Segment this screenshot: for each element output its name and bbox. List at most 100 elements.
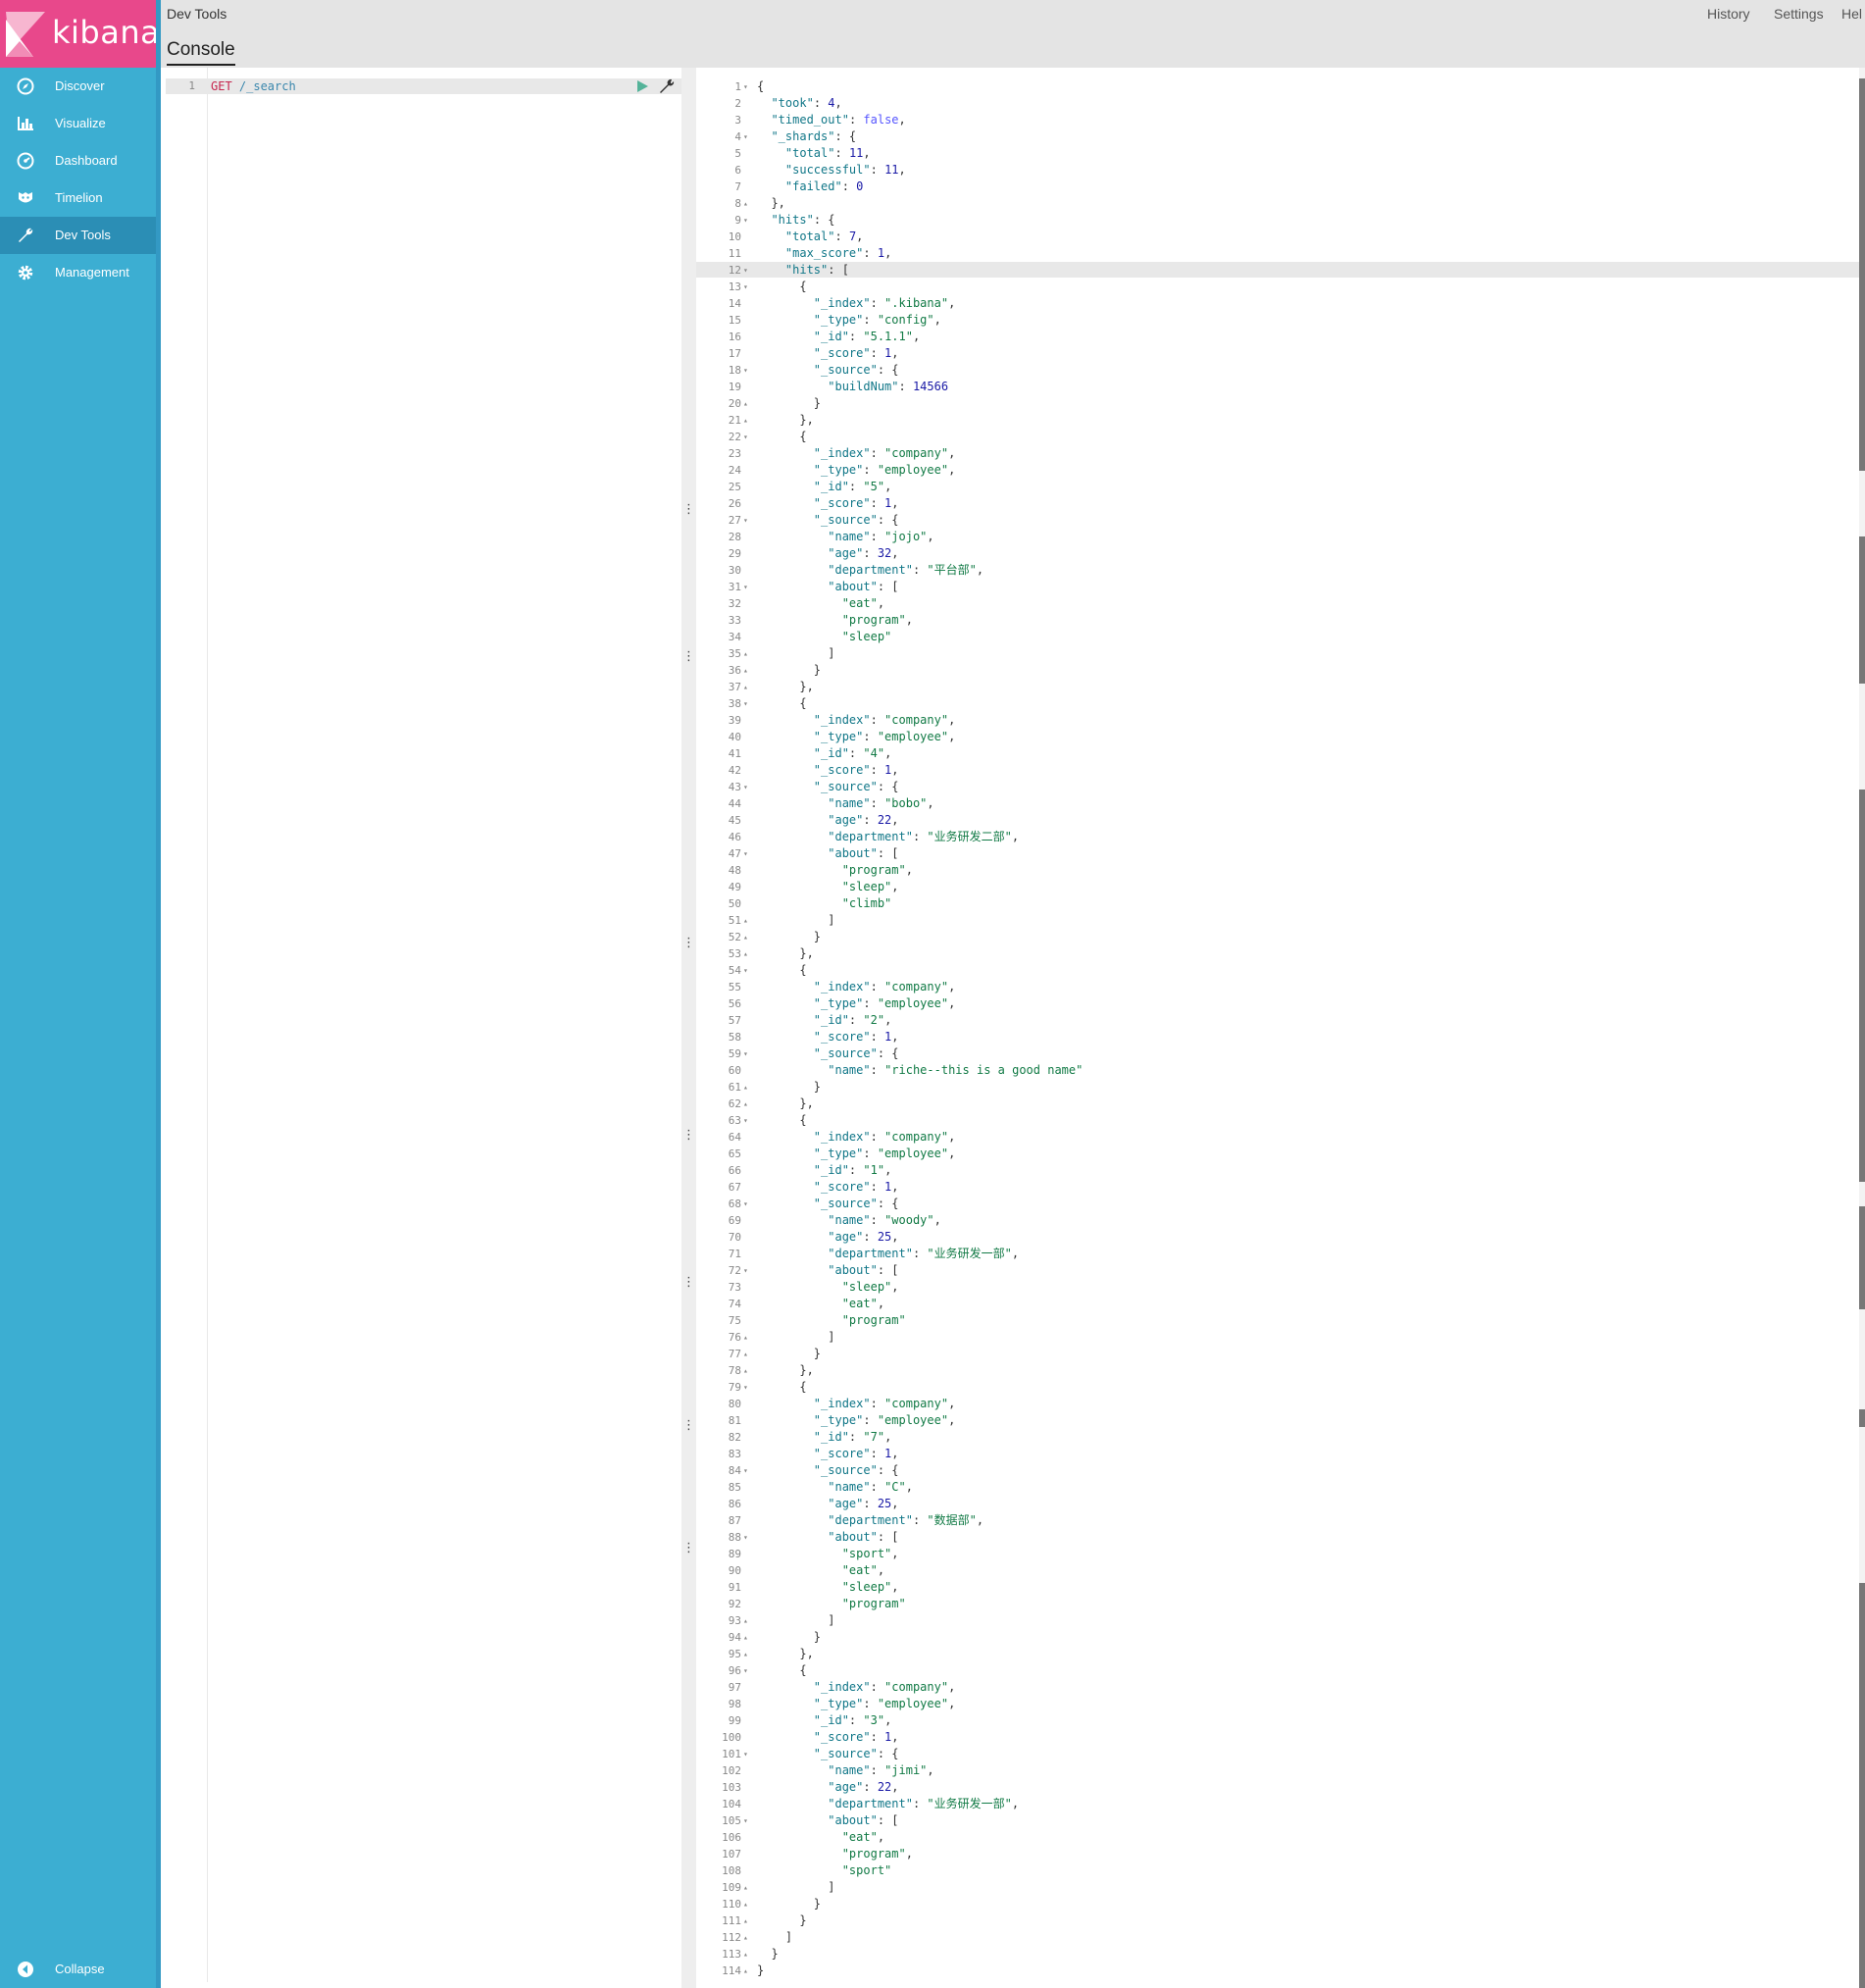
line-code: "_source": { [813, 1463, 899, 1477]
run-request-button[interactable] [634, 78, 650, 94]
line-number: 15 [728, 314, 741, 327]
fold-toggle-icon[interactable]: ▴ [743, 1879, 751, 1896]
fold-toggle-icon[interactable]: ▴ [743, 945, 751, 962]
fold-toggle-icon[interactable]: ▾ [743, 1112, 751, 1129]
resize-grip-icon: ⋮ [682, 1128, 695, 1143]
fold-toggle-icon[interactable]: ▾ [743, 1045, 751, 1062]
fold-toggle-icon[interactable]: ▾ [743, 1196, 751, 1212]
tab-console[interactable]: Console [167, 39, 235, 66]
sidebar-item-timelion[interactable]: Timelion [0, 179, 156, 217]
sidebar-item-dev-tools[interactable]: Dev Tools [0, 217, 156, 254]
line-code: "sport", [841, 1547, 899, 1560]
kibana-logo[interactable]: kibana [0, 0, 160, 68]
sidebar-item-discover[interactable]: Discover [0, 68, 156, 105]
line-code: } [757, 1913, 807, 1927]
line-code: "program", [841, 613, 913, 627]
line-code: "_id": "2", [813, 1013, 892, 1027]
fold-toggle-icon[interactable]: ▴ [743, 1963, 751, 1979]
fold-toggle-icon[interactable]: ▾ [743, 212, 751, 229]
request-editor[interactable]: 1 GET /_search [166, 68, 681, 1982]
fold-toggle-icon[interactable]: ▴ [743, 912, 751, 929]
request-actions-wrench-icon[interactable] [659, 78, 675, 94]
line-code: "_id": "5", [813, 480, 892, 493]
line-number: 58 [728, 1031, 741, 1044]
fold-toggle-icon[interactable]: ▴ [743, 929, 751, 945]
fold-toggle-icon[interactable]: ▾ [743, 512, 751, 529]
fold-toggle-icon[interactable]: ▴ [743, 1329, 751, 1346]
line-code: "name": "jimi", [828, 1763, 934, 1777]
line-code: "about": [ [828, 1530, 899, 1544]
fold-toggle-icon[interactable]: ▾ [743, 262, 751, 279]
fold-toggle-icon[interactable]: ▴ [743, 1929, 751, 1946]
fold-toggle-icon[interactable]: ▾ [743, 579, 751, 595]
panel-resizer[interactable]: ⋮ ⋮ ⋮ ⋮ ⋮ ⋮ ⋮ [681, 68, 696, 1988]
fold-toggle-icon[interactable]: ▾ [743, 362, 751, 379]
fold-toggle-icon[interactable]: ▴ [743, 645, 751, 662]
line-code: "timed_out": false, [771, 113, 906, 127]
line-code: "_shards": { [771, 129, 857, 143]
fold-toggle-icon[interactable]: ▴ [743, 662, 751, 679]
scrollbar-thumb[interactable] [1859, 78, 1865, 471]
fold-toggle-icon[interactable]: ▴ [743, 679, 751, 695]
fold-toggle-icon[interactable]: ▴ [743, 1946, 751, 1963]
fold-toggle-icon[interactable]: ▾ [743, 779, 751, 795]
line-code: "climb" [841, 896, 892, 910]
line-code: "about": [ [828, 580, 899, 593]
fold-toggle-icon[interactable]: ▴ [743, 1096, 751, 1112]
fold-toggle-icon[interactable]: ▴ [743, 1362, 751, 1379]
line-code: "_index": "company", [813, 446, 956, 460]
fold-toggle-icon[interactable]: ▴ [743, 1912, 751, 1929]
fold-toggle-icon[interactable]: ▴ [743, 1629, 751, 1646]
fold-toggle-icon[interactable]: ▾ [743, 845, 751, 862]
fold-toggle-icon[interactable]: ▾ [743, 1462, 751, 1479]
fold-toggle-icon[interactable]: ▾ [743, 1379, 751, 1396]
line-code: "_type": "employee", [813, 463, 956, 477]
fold-toggle-icon[interactable]: ▾ [743, 962, 751, 979]
fold-toggle-icon[interactable]: ▴ [743, 1646, 751, 1662]
output-scrollbar[interactable] [1859, 68, 1865, 1988]
fold-toggle-icon[interactable]: ▾ [743, 78, 751, 95]
fold-toggle-icon[interactable]: ▴ [743, 412, 751, 429]
line-number: 63 [728, 1114, 741, 1127]
line-code: { [757, 1113, 807, 1127]
fold-toggle-icon[interactable]: ▾ [743, 1662, 751, 1679]
fold-toggle-icon[interactable]: ▾ [743, 695, 751, 712]
fold-toggle-icon[interactable]: ▴ [743, 1612, 751, 1629]
response-output[interactable]: 1 ▾{2 "took": 4, 3 "timed_out": false, 4 ▾ "… [696, 68, 1865, 1988]
history-link[interactable]: History [1707, 6, 1750, 22]
fold-toggle-icon[interactable]: ▴ [743, 195, 751, 212]
line-code: "eat", [841, 1297, 885, 1310]
fold-toggle-icon[interactable]: ▴ [743, 1346, 751, 1362]
fold-toggle-icon[interactable]: ▴ [743, 1079, 751, 1096]
fold-toggle-icon[interactable]: ▾ [743, 1529, 751, 1546]
line-number: 107 [722, 1848, 741, 1861]
scrollbar-marker [1859, 790, 1865, 1182]
line-number: 98 [728, 1698, 741, 1710]
line-code: "department": "业务研发一部", [828, 1797, 1020, 1810]
sidebar-item-visualize[interactable]: Visualize [0, 105, 156, 142]
fold-toggle-icon[interactable]: ▴ [743, 395, 751, 412]
sidebar-item-dashboard[interactable]: Dashboard [0, 142, 156, 179]
line-code: "sleep", [841, 880, 899, 893]
compass-icon [17, 77, 34, 95]
fold-toggle-icon[interactable]: ▾ [743, 1262, 751, 1279]
line-number: 54 [728, 964, 741, 977]
fold-toggle-icon[interactable]: ▾ [743, 128, 751, 145]
line-code: "about": [ [828, 1813, 899, 1827]
line-code: "_score": 1, [813, 1730, 899, 1744]
collapse-button[interactable]: Collapse [0, 1951, 156, 1988]
fold-toggle-icon[interactable]: ▴ [743, 1896, 751, 1912]
line-code: { [757, 696, 807, 710]
line-code: "_source": { [813, 1747, 899, 1760]
fold-toggle-icon[interactable]: ▾ [743, 1746, 751, 1762]
fold-toggle-icon[interactable]: ▾ [743, 1812, 751, 1829]
request-line[interactable]: GET /_search [211, 78, 296, 94]
fold-toggle-icon[interactable]: ▾ [743, 429, 751, 445]
sidebar-item-management[interactable]: Management [0, 254, 156, 291]
line-number: 74 [728, 1298, 741, 1310]
line-code: "program", [841, 1847, 913, 1861]
help-link[interactable]: Hel [1841, 6, 1862, 22]
settings-link[interactable]: Settings [1774, 6, 1824, 22]
fold-toggle-icon[interactable]: ▾ [743, 279, 751, 295]
line-code: } [757, 1630, 822, 1644]
